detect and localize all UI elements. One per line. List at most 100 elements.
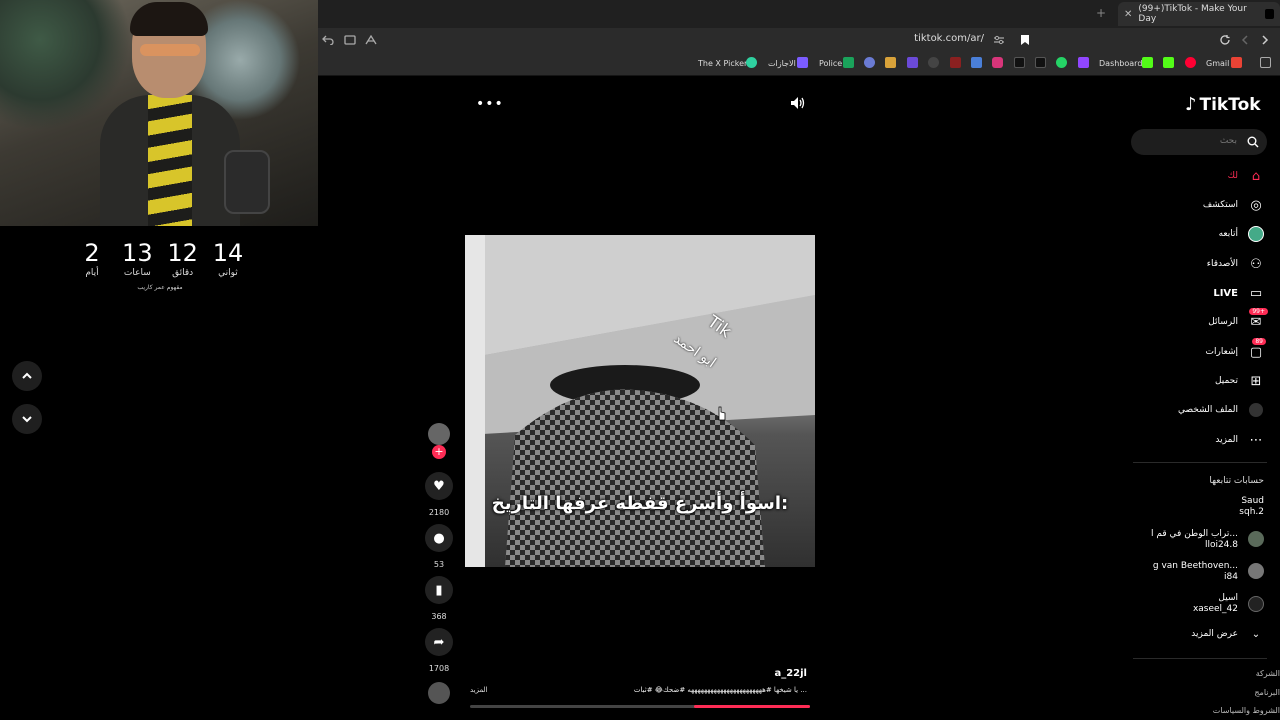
following-account[interactable]: g van Beethoven... i84 bbox=[1098, 561, 1238, 583]
saves-count: 368 bbox=[431, 612, 447, 621]
video-author[interactable]: a_22jl bbox=[700, 668, 807, 679]
whatsapp-icon[interactable] bbox=[1056, 57, 1067, 68]
nav-profile[interactable]: الملف الشخصي bbox=[1178, 399, 1264, 421]
bookmark-bag-icon[interactable] bbox=[885, 57, 896, 68]
nav-explore[interactable]: استكشف ◎ bbox=[1203, 194, 1264, 216]
heart-icon[interactable]: ♥ bbox=[425, 472, 453, 500]
screenshot-icon[interactable] bbox=[344, 35, 356, 45]
reload-icon[interactable] bbox=[1219, 34, 1231, 46]
account-name: اسيل bbox=[1218, 593, 1238, 603]
more-dots-icon: ⋯ bbox=[1249, 432, 1263, 448]
video-player[interactable]: Tik ابو احمد اسوأ وأسرع قفطه عرفها التار… bbox=[465, 235, 815, 567]
footer-program-link[interactable]: البرنامج bbox=[1254, 688, 1280, 697]
messages-badge: 99+ bbox=[1249, 308, 1268, 315]
bookmark-save-icon[interactable]: ▮ bbox=[425, 576, 453, 604]
streamer-glasses bbox=[140, 44, 200, 56]
twitch-icon[interactable] bbox=[1078, 57, 1089, 68]
new-tab-button[interactable]: + bbox=[1096, 6, 1106, 20]
bookmark-icon[interactable] bbox=[1020, 34, 1030, 46]
nav-live[interactable]: LIVE ▭ bbox=[1213, 282, 1264, 304]
kick-icon bbox=[1142, 57, 1153, 68]
x-bookmark-icon[interactable] bbox=[1035, 57, 1046, 68]
video-progress-fill bbox=[694, 705, 810, 708]
bookmark-police[interactable]: Police bbox=[819, 52, 842, 74]
following-header: حسابات تتابعها bbox=[1209, 476, 1264, 486]
undo-icon[interactable] bbox=[322, 35, 334, 45]
nav-following[interactable]: أتابعه bbox=[1219, 223, 1264, 245]
bookmark-gmail[interactable]: Gmail bbox=[1206, 52, 1229, 74]
search-placeholder: بحث bbox=[1219, 136, 1237, 146]
video-progress-track[interactable] bbox=[470, 705, 810, 708]
forward-icon[interactable] bbox=[1260, 34, 1270, 46]
like-action[interactable]: ♥ 2180 bbox=[423, 472, 455, 517]
kick-icon-2[interactable] bbox=[1163, 57, 1174, 68]
comments-count: 53 bbox=[433, 560, 445, 569]
bookmark-dashboard[interactable]: Dashboard bbox=[1099, 52, 1142, 74]
webcam-overlay bbox=[0, 0, 318, 226]
bookmark-x-picker[interactable]: The X Picker bbox=[698, 52, 747, 74]
microphone bbox=[224, 150, 270, 214]
ijazat-icon bbox=[797, 57, 808, 68]
nav-following-label: أتابعه bbox=[1218, 229, 1238, 239]
author-avatar[interactable] bbox=[428, 423, 450, 445]
account-name: g van Beethoven... bbox=[1152, 561, 1238, 571]
bookmark-ijazat[interactable]: الاجازات bbox=[768, 52, 796, 74]
share-action[interactable]: ➦ 1708 bbox=[423, 628, 455, 673]
nav-messages[interactable]: الرسائل ✉ 99+ bbox=[1208, 308, 1268, 333]
all-bookmarks-icon[interactable] bbox=[1260, 57, 1271, 68]
bookmark-link-icon[interactable] bbox=[864, 57, 875, 68]
hours-label: ساعات bbox=[123, 268, 151, 278]
comment-icon[interactable]: ● bbox=[425, 524, 453, 552]
nav-more[interactable]: المزيد ⋯ bbox=[1215, 429, 1264, 451]
bookmark-translate-icon[interactable] bbox=[971, 57, 982, 68]
nav-profile-label: الملف الشخصي bbox=[1178, 405, 1238, 415]
compass-icon: ◎ bbox=[1250, 197, 1262, 213]
extensions-icon[interactable] bbox=[365, 35, 377, 45]
following-account[interactable]: تراب الوطن في قم ا... lloi24.8 bbox=[1098, 529, 1238, 551]
following-avatar-icon bbox=[1248, 226, 1264, 242]
comment-action[interactable]: ● 53 bbox=[423, 524, 455, 569]
tab-tiktok[interactable]: ✕ (99+)TikTok - Make Your Day bbox=[1118, 2, 1280, 26]
hours-value: 13 bbox=[122, 239, 153, 267]
nav-notifications[interactable]: إشعارات ▢ 89 bbox=[1205, 338, 1266, 363]
messages-icon: ✉ 99+ bbox=[1248, 308, 1268, 330]
follow-plus-icon[interactable]: + bbox=[432, 445, 446, 459]
url-text[interactable]: tiktok.com/ar/ bbox=[900, 33, 984, 44]
footer-company-link[interactable]: الشركة bbox=[1256, 669, 1280, 678]
gmail-icon bbox=[1231, 57, 1242, 68]
video-more-link[interactable]: المزيد bbox=[470, 686, 488, 694]
following-account[interactable]: اسيل xaseel_42 bbox=[1098, 593, 1238, 615]
seconds-label: ثواني bbox=[218, 268, 238, 278]
account-handle: sqh.2 bbox=[1239, 507, 1264, 517]
friends-icon: ⚇ bbox=[1250, 256, 1262, 272]
bookmark-headset-icon[interactable] bbox=[928, 57, 939, 68]
nav-for-you[interactable]: لك ⌂ bbox=[1228, 165, 1264, 187]
nav-notifications-label: إشعارات bbox=[1205, 347, 1238, 357]
back-icon[interactable] bbox=[1240, 34, 1250, 46]
volume-icon[interactable] bbox=[790, 96, 806, 110]
music-disc-icon[interactable] bbox=[428, 682, 450, 704]
bookmark-s-icon[interactable] bbox=[907, 57, 918, 68]
tiktok-bookmark-icon[interactable] bbox=[1014, 57, 1025, 68]
footer-terms-link[interactable]: الشروط والسياسات bbox=[1213, 706, 1280, 715]
following-account[interactable]: Saud sqh.2 bbox=[1124, 496, 1264, 518]
nav-upload[interactable]: تحميل ⊞ bbox=[1215, 370, 1264, 392]
more-options-icon[interactable]: ••• bbox=[476, 96, 504, 112]
search-input[interactable]: بحث bbox=[1131, 129, 1267, 155]
previous-video-button[interactable] bbox=[12, 361, 42, 391]
tiktok-logo[interactable]: ♪ TikTok bbox=[1185, 94, 1261, 115]
next-video-button[interactable] bbox=[12, 404, 42, 434]
instagram-icon[interactable] bbox=[992, 57, 1003, 68]
youtube-icon[interactable] bbox=[1185, 57, 1196, 68]
account-handle: lloi24.8 bbox=[1204, 540, 1238, 550]
nav-explore-label: استكشف bbox=[1202, 200, 1238, 210]
bookmark-red-icon[interactable] bbox=[950, 57, 961, 68]
save-action[interactable]: ▮ 368 bbox=[423, 576, 455, 621]
share-icon[interactable]: ➦ bbox=[425, 628, 453, 656]
search-icon[interactable] bbox=[1247, 136, 1259, 148]
close-tab-icon[interactable]: ✕ bbox=[1124, 9, 1132, 20]
video-frame bbox=[465, 235, 815, 567]
nav-friends[interactable]: الأصدقاء ⚇ bbox=[1207, 253, 1264, 275]
see-more-link[interactable]: عرض المزيد ⌄ bbox=[1191, 623, 1264, 645]
site-settings-icon[interactable] bbox=[993, 35, 1005, 45]
